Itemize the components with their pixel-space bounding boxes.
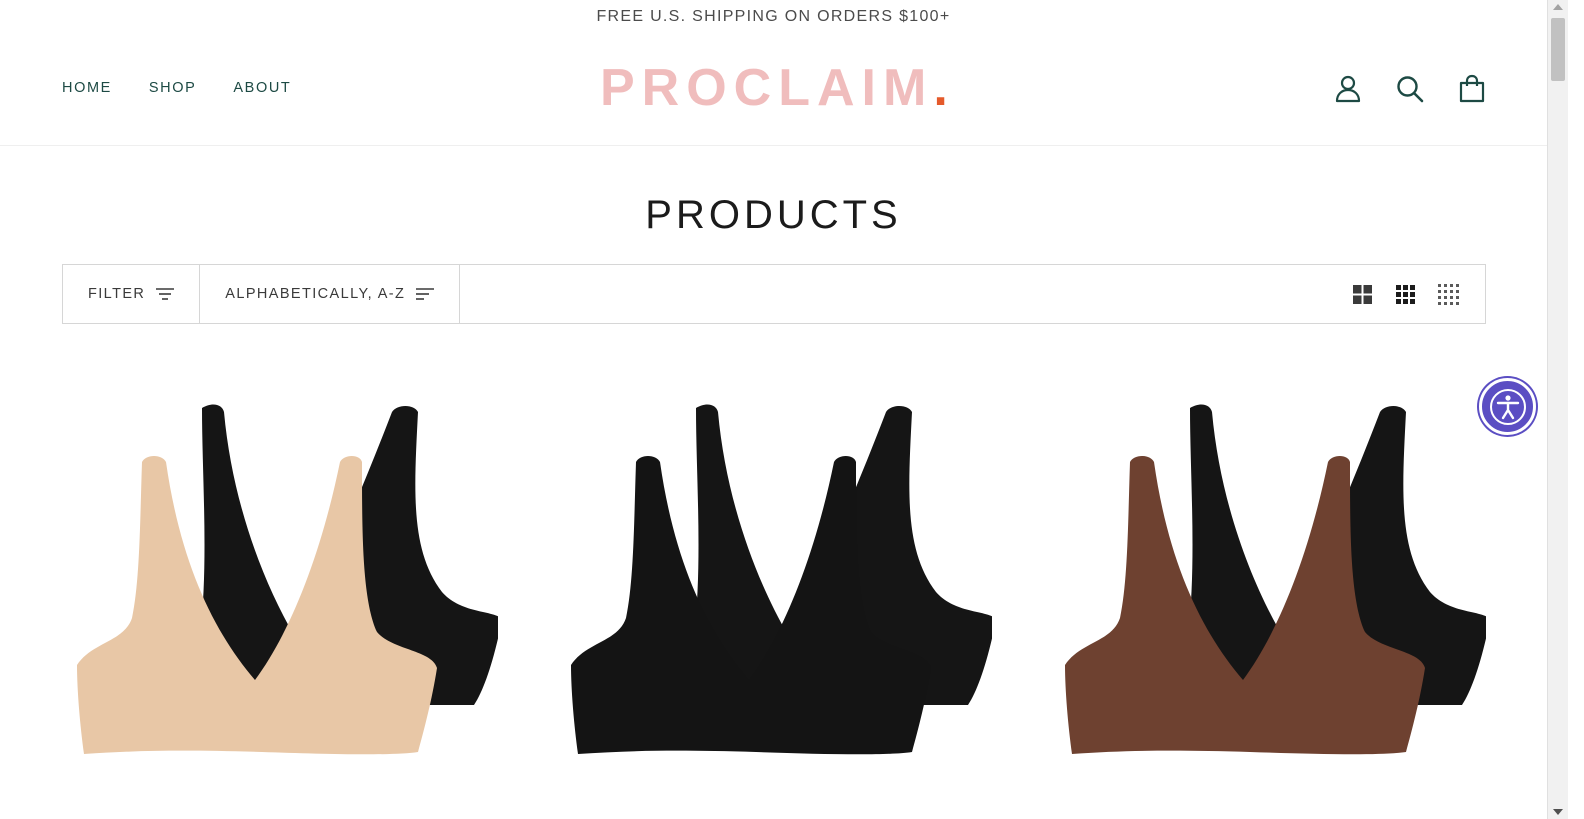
product-card[interactable] [556, 380, 992, 819]
filter-icon [156, 288, 175, 300]
main-nav: HOME SHOP ABOUT [62, 80, 291, 96]
accessibility-button[interactable] [1479, 378, 1536, 435]
sort-label: ALPHABETICALLY, A-Z [225, 286, 406, 302]
product-card[interactable] [62, 380, 498, 819]
cart-icon[interactable] [1457, 74, 1487, 104]
grid-3-icon[interactable] [1393, 282, 1418, 307]
site-logo[interactable]: PROCLAIM. [600, 58, 950, 118]
filter-button[interactable]: FILTER [63, 265, 201, 323]
product-image [571, 404, 992, 755]
scroll-thumb[interactable] [1551, 18, 1565, 81]
site-header: HOME SHOP ABOUT PROCLAIM. [0, 36, 1547, 146]
nav-home-link[interactable]: HOME [62, 80, 112, 96]
scroll-up-arrow[interactable] [1553, 4, 1563, 10]
account-icon[interactable] [1333, 74, 1363, 104]
nav-about-link[interactable]: ABOUT [233, 80, 291, 96]
sort-button[interactable]: ALPHABETICALLY, A-Z [200, 265, 461, 323]
scroll-down-arrow[interactable] [1553, 809, 1563, 815]
search-icon[interactable] [1395, 74, 1425, 104]
product-card[interactable] [1050, 380, 1486, 819]
logo-text: PROCLAIM [600, 59, 934, 117]
grid-view-toggles [1350, 265, 1485, 323]
nav-shop-link[interactable]: SHOP [149, 80, 197, 96]
collection-toolbar: FILTER ALPHABETICALLY, A-Z [62, 264, 1486, 324]
announcement-bar: FREE U.S. SHIPPING ON ORDERS $100+ [0, 0, 1547, 36]
header-icons [1333, 74, 1487, 104]
grid-4-icon[interactable] [1436, 282, 1461, 307]
product-grid [62, 380, 1486, 819]
page-scrollbar[interactable] [1547, 0, 1568, 819]
filter-label: FILTER [88, 286, 146, 302]
logo-dot: . [933, 59, 948, 117]
grid-2-icon[interactable] [1350, 282, 1375, 307]
page-title: PRODUCTS [645, 193, 902, 237]
sort-icon [416, 288, 435, 300]
accessibility-icon [1489, 388, 1526, 425]
page: FREE U.S. SHIPPING ON ORDERS $100+ HOME … [0, 0, 1547, 819]
product-image [1065, 404, 1486, 755]
announcement-text: FREE U.S. SHIPPING ON ORDERS $100+ [596, 8, 951, 25]
product-image [77, 404, 498, 755]
